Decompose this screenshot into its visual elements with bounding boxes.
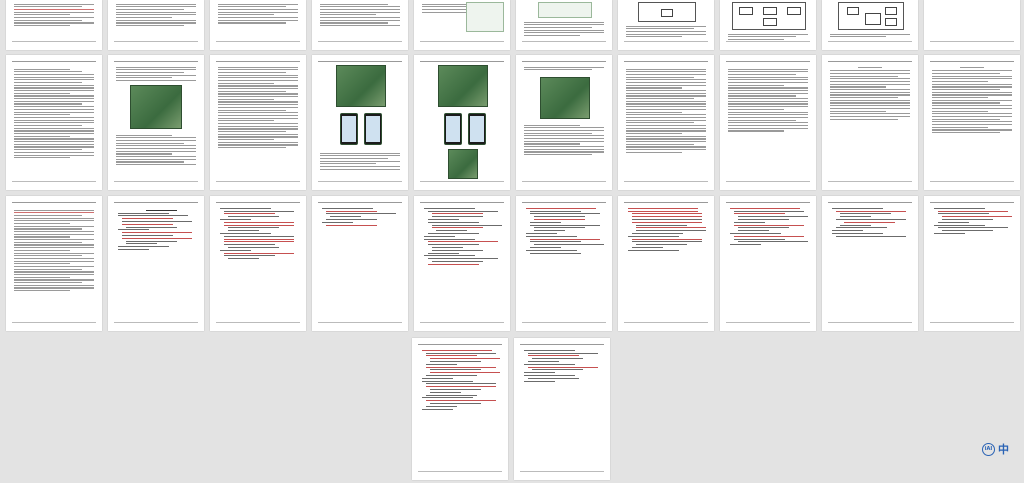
page-thumbnail[interactable] (312, 196, 408, 331)
page-thumbnail[interactable] (6, 0, 102, 50)
page-thumbnail[interactable] (822, 0, 918, 50)
software-screenshot (538, 2, 592, 18)
page-thumbnail[interactable] (412, 338, 508, 480)
page-thumbnail[interactable] (516, 0, 612, 50)
hand-operation-photo (448, 149, 478, 179)
phone-app-photo (364, 113, 382, 145)
page-thumbnail[interactable] (924, 0, 1020, 50)
circuit-board-photo (130, 85, 182, 129)
page-thumbnail[interactable] (414, 55, 510, 190)
page-thumbnail[interactable] (618, 196, 714, 331)
page-thumbnail[interactable] (720, 196, 816, 331)
page-thumbnail[interactable] (516, 196, 612, 331)
page-thumbnail[interactable] (822, 196, 918, 331)
language-badge[interactable]: 中 (998, 441, 1009, 457)
block-diagram (838, 2, 904, 30)
page-thumbnail[interactable] (720, 0, 816, 50)
circuit-board-photo (438, 65, 488, 107)
page-thumbnail[interactable] (618, 0, 714, 50)
phone-app-photo (468, 113, 486, 145)
page-thumbnail[interactable] (210, 55, 306, 190)
phone-app-photo (340, 113, 358, 145)
page-thumbnail[interactable] (210, 196, 306, 331)
page-thumbnail[interactable] (108, 196, 204, 331)
phone-app-photo (444, 113, 462, 145)
page-thumbnail[interactable] (924, 55, 1020, 190)
page-thumbnail[interactable] (108, 0, 204, 50)
block-diagram (638, 2, 696, 22)
page-thumbnail[interactable] (924, 196, 1020, 331)
page-thumbnail[interactable] (618, 55, 714, 190)
block-diagram (732, 2, 806, 30)
page-thumbnail[interactable] (720, 55, 816, 190)
page-thumbnail[interactable] (516, 55, 612, 190)
page-thumbnail[interactable] (414, 0, 510, 50)
software-screenshot (466, 2, 504, 32)
page-thumbnail[interactable] (312, 55, 408, 190)
circuit-board-photo (336, 65, 386, 107)
page-thumbnail[interactable] (6, 196, 102, 331)
page-thumbnail[interactable] (108, 55, 204, 190)
page-thumbnail[interactable] (6, 55, 102, 190)
language-toggle[interactable]: iAI 中 (982, 440, 1022, 458)
page-thumbnail[interactable] (312, 0, 408, 50)
page-thumbnail[interactable] (210, 0, 306, 50)
ai-assistant-icon[interactable]: iAI (982, 442, 995, 456)
page-thumbnail[interactable] (414, 196, 510, 331)
page-thumbnail[interactable] (514, 338, 610, 480)
page-thumbnail[interactable] (822, 55, 918, 190)
circuit-board-photo (540, 77, 590, 119)
